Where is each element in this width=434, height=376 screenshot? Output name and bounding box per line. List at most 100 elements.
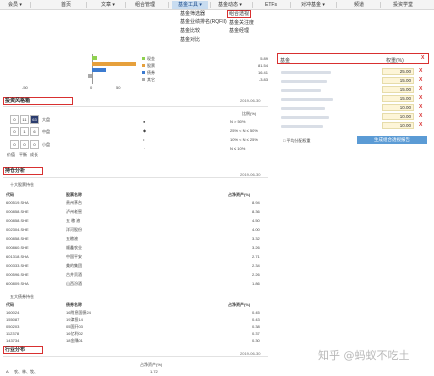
industry-row-name: 农、林、牧、 — [14, 369, 38, 374]
close-icon[interactable]: X — [421, 55, 424, 62]
dropdown-item-fund-attention[interactable]: 基金关注度 — [229, 20, 254, 26]
stock-pct: 3.32 — [252, 236, 260, 241]
nav-item-fund-news[interactable]: 基金动态 ▾ — [212, 1, 248, 9]
stock-pct: 2.34 — [252, 263, 260, 268]
style-cell: 0 — [20, 140, 29, 149]
legend-row-other: 其它 -3.83 — [142, 77, 268, 84]
nav-item-home[interactable]: 首页 — [56, 1, 76, 9]
stock-name[interactable]: 洋河股份 — [66, 227, 82, 233]
stock-pct: 4.00 — [252, 227, 260, 232]
remove-icon[interactable]: X — [419, 68, 422, 75]
weight-input[interactable]: 10.00 — [382, 122, 414, 129]
dropdown-item-fund-manager[interactable]: 基金经理 — [229, 28, 249, 34]
industry-header: 行业分布 — [3, 346, 43, 354]
remove-icon[interactable]: X — [419, 77, 422, 84]
size-label-mid: 中盘 — [42, 129, 50, 134]
weight-input[interactable]: 15.00 — [382, 86, 414, 93]
nav-item-etfs[interactable]: ETFs — [258, 1, 284, 9]
remove-icon[interactable]: X — [419, 86, 422, 93]
nav-label: 对冲基金 — [301, 2, 322, 8]
style-cell-large-growth: 63 — [30, 115, 39, 124]
dropdown-item-fund-contrast[interactable]: 基金对比 — [180, 37, 200, 43]
col-stock-name-header: 股票名称 — [66, 192, 82, 197]
bond-pct: 0.43 — [252, 317, 260, 322]
nav-divider — [125, 2, 126, 8]
nav-item-member[interactable]: 会员 ▾ — [2, 1, 28, 9]
dropdown-item-fund-ranking[interactable]: 基金业绩排名(RQFII) — [180, 19, 227, 25]
stock-name[interactable]: 五 粮 液 — [66, 218, 80, 224]
holdings-header: 持仓分析 — [3, 167, 43, 175]
stock-code: 000858.SHE — [6, 236, 29, 241]
dropdown-item-fund-screener[interactable]: 基金筛选器 — [180, 11, 205, 17]
bond-code: 155087 — [6, 317, 20, 322]
bond-name[interactable]: 16亿利02 — [66, 331, 83, 337]
stock-name[interactable]: 古井贡酒 — [66, 272, 82, 278]
bond-code: 160024 — [6, 310, 20, 315]
nav-divider — [252, 2, 253, 8]
nav-item-fund-tools[interactable]: 基金工具 ▾ — [172, 1, 208, 9]
nav-label: 基金工具 — [178, 2, 199, 8]
stock-name[interactable]: 顺鑫农业 — [66, 245, 82, 251]
bar-bonds — [92, 68, 106, 72]
remove-icon[interactable]: X — [419, 122, 422, 129]
nav-item-investor-school[interactable]: 投资学堂 — [386, 1, 420, 9]
remove-icon[interactable]: X — [419, 104, 422, 111]
bond-name[interactable]: 16附息国债24 — [66, 310, 91, 316]
nav-divider — [336, 2, 337, 8]
style-legend-item: 25% < N ≤ 50% — [230, 128, 258, 133]
watermark: 知乎 @蚂蚁不吃土 — [318, 349, 410, 362]
legend-label: 其它 — [147, 77, 155, 82]
weight-input[interactable]: 10.00 — [382, 104, 414, 111]
style-legend-dot-icon: ◆ — [143, 128, 147, 133]
bond-code: 050203 — [6, 324, 20, 329]
fund-weight-header: 基金 权重(%) X — [277, 53, 429, 64]
dropdown-item-portfolio-xray[interactable]: 组合透视 — [227, 10, 252, 18]
industry-col-pct: 占净资产(%) — [140, 362, 163, 367]
bond-name[interactable]: 19津投14 — [66, 317, 83, 323]
nav-item-channels[interactable]: 频道 — [350, 1, 368, 9]
col-fund-label: 基金 — [280, 58, 291, 64]
dropdown-item-fund-compare[interactable]: 基金比较 — [180, 28, 200, 34]
nav-label: 基金动态 — [218, 2, 239, 8]
divider — [3, 356, 268, 357]
asset-allocation-chart — [20, 54, 136, 84]
stock-name[interactable]: 贵州茅台 — [66, 200, 82, 206]
nav-label: 会员 — [8, 2, 19, 8]
nav-divider — [210, 2, 211, 8]
weight-input[interactable]: 15.00 — [382, 77, 414, 84]
stock-code: 000333.SHE — [6, 263, 29, 268]
nav-item-hedge-funds[interactable]: 对冲基金 ▾ — [296, 1, 330, 9]
generate-report-button[interactable]: 生成组合透视报告 — [357, 136, 427, 144]
bond-name[interactable]: 05国开03 — [66, 324, 83, 330]
divider — [3, 106, 268, 107]
nav-divider — [380, 2, 381, 8]
remove-icon[interactable]: X — [419, 113, 422, 120]
stock-name[interactable]: 美的集团 — [66, 263, 82, 269]
fund-name-blurred — [281, 80, 327, 83]
weight-input[interactable]: 15.00 — [382, 95, 414, 102]
nav-item-portfolio[interactable]: 组合管理 — [128, 1, 162, 9]
bond-pct: 0.37 — [252, 331, 260, 336]
nav-item-articles[interactable]: 文章 ▾ — [96, 1, 120, 9]
style-cell: 11 — [20, 115, 29, 124]
weight-input[interactable]: 25.00 — [382, 68, 414, 75]
bond-name[interactable]: 18金隅01 — [66, 338, 83, 344]
legend-value: 16.41 — [257, 70, 268, 75]
nav-label: 文章 — [101, 2, 112, 8]
stock-code: 000860.SHE — [6, 245, 29, 250]
legend-label: 债券 — [147, 70, 155, 75]
stock-pct: 1.86 — [252, 281, 260, 286]
legend-row-bonds: 债券 16.41 — [142, 70, 268, 77]
allocation-legend: 现金 5.89 股票 81.54 债券 16.41 其它 -3.83 — [142, 56, 268, 84]
weight-input[interactable]: 10.00 — [382, 113, 414, 120]
stock-name[interactable]: 中国平安 — [66, 254, 82, 260]
stock-pct: 3.26 — [252, 245, 260, 250]
stock-name[interactable]: 五粮液 — [66, 236, 78, 242]
fund-name-blurred — [281, 89, 321, 92]
equal-weight-checkbox[interactable]: □ 平均分配权重 — [283, 138, 311, 144]
stock-name[interactable]: 泸州老窖 — [66, 209, 82, 215]
stock-code: 002304.SHE — [6, 227, 29, 232]
stock-name[interactable]: 山西汾酒 — [66, 281, 82, 287]
remove-icon[interactable]: X — [419, 95, 422, 102]
fund-name-blurred — [281, 116, 329, 119]
